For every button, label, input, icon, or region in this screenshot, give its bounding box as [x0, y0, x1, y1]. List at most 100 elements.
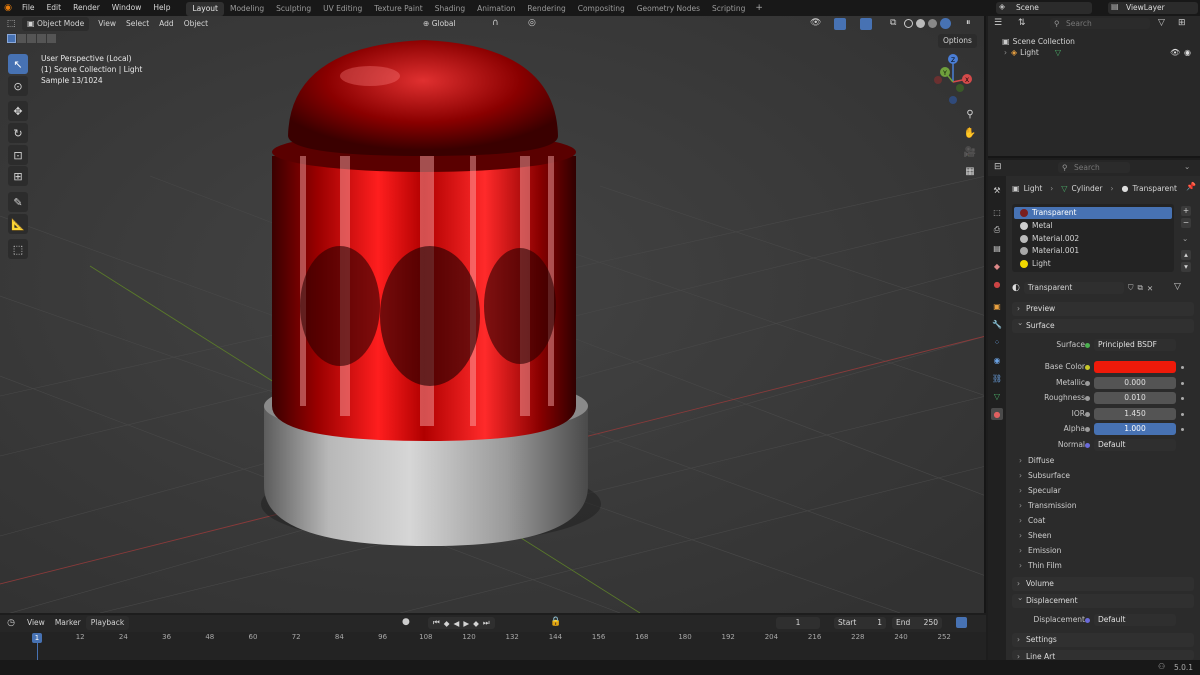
move-icon[interactable]: ✥ — [8, 101, 28, 121]
shading-material-icon[interactable] — [928, 19, 937, 28]
constraints-tab-icon[interactable]: ⛓ — [991, 372, 1003, 384]
slot-specials-icon[interactable]: ⌄ — [1182, 234, 1188, 243]
shading-solid-icon[interactable] — [916, 19, 925, 28]
keyframe-dot-icon[interactable] — [1181, 366, 1184, 369]
material-tab-icon[interactable]: ● — [991, 408, 1003, 420]
visibility-icon[interactable]: 👁 — [810, 18, 821, 28]
outliner-editor-icon[interactable]: ☰ — [994, 18, 1002, 28]
physics-tab-icon[interactable]: ◉ — [991, 354, 1003, 366]
panel-volume[interactable]: Volume — [1012, 577, 1194, 591]
output-tab-icon[interactable]: ⎙ — [991, 224, 1003, 236]
auto-keying-icon[interactable]: ● — [402, 617, 410, 627]
blender-logo-icon[interactable]: ◉ — [0, 3, 16, 13]
transform-orientation-selector[interactable]: ⊕ Global — [418, 17, 461, 31]
workspace-tab-rendering[interactable]: Rendering — [521, 2, 571, 16]
timeline-menu-view[interactable]: View — [22, 616, 50, 630]
frame-ruler[interactable]: 12 24 36 48 60 72 84 96 108 120 132 144 156 168 180 192… — [0, 632, 986, 660]
workspace-tab-texture-paint[interactable]: Texture Paint — [368, 2, 428, 16]
scene-selector[interactable]: ◈ Scene — [996, 2, 1092, 14]
duplicate-material-icon[interactable]: ⧉ — [1137, 283, 1142, 293]
workspace-tab-scripting[interactable]: Scripting — [706, 2, 751, 16]
scene-tab-icon[interactable]: ◆ — [991, 260, 1003, 272]
remove-slot-button[interactable]: − — [1181, 218, 1191, 228]
options-button[interactable]: Options — [938, 34, 977, 48]
keyframe-dot-icon[interactable] — [1181, 382, 1184, 385]
jump-key-forward-icon[interactable]: ◆ — [473, 619, 479, 628]
select-box-icon[interactable]: ↖ — [8, 54, 28, 74]
select-intersect-icon[interactable] — [47, 34, 56, 43]
perspective-grid-icon[interactable]: ▦ — [962, 163, 978, 179]
workspace-tab-animation[interactable]: Animation — [471, 2, 521, 16]
normal-input[interactable]: Default — [1094, 439, 1176, 451]
camera-view-icon[interactable]: 🎥 — [962, 144, 978, 160]
tool-tab-icon[interactable]: ⚒ — [991, 184, 1003, 196]
panel-preview[interactable]: Preview — [1012, 302, 1194, 316]
material-slot[interactable]: Transparent — [1014, 207, 1172, 219]
subpanel-sheen[interactable]: Sheen — [1016, 529, 1052, 542]
material-slot[interactable]: Light — [1014, 258, 1172, 270]
keyframe-dot-icon[interactable] — [1181, 428, 1184, 431]
end-frame-field[interactable]: End 250 — [892, 617, 942, 629]
material-slot[interactable]: Metal — [1014, 220, 1172, 232]
workspace-tab-shading[interactable]: Shading — [429, 2, 471, 16]
surface-shader-selector[interactable]: Principled BSDF — [1094, 339, 1176, 351]
add-cube-icon[interactable]: ⬚ — [8, 239, 28, 259]
timeline-menu-marker[interactable]: Marker — [50, 616, 86, 630]
display-mode-icon[interactable]: ⇅ — [1018, 18, 1026, 28]
alpha-slider[interactable]: 1.000 — [1094, 423, 1176, 435]
base-color-swatch[interactable] — [1094, 361, 1176, 373]
workspace-tab-compositing[interactable]: Compositing — [572, 2, 631, 16]
measure-icon[interactable]: 📐 — [8, 214, 28, 234]
outliner-item-light[interactable]: › ◈ Light ▽ 👁 ◉ — [1004, 46, 1194, 58]
data-tab-icon[interactable]: ▽ — [991, 390, 1003, 402]
workspace-tab-geometry-nodes[interactable]: Geometry Nodes — [631, 2, 706, 16]
menu-render[interactable]: Render — [67, 0, 106, 16]
material-slot[interactable]: Material.002 — [1014, 233, 1172, 245]
unlink-material-icon[interactable]: ✕ — [1147, 284, 1153, 293]
viewport-menu-add[interactable]: Add — [154, 17, 179, 31]
zoom-icon[interactable]: ⚲ — [962, 106, 978, 122]
proportional-editing-icon[interactable]: ◎ — [528, 18, 536, 28]
play-icon[interactable]: ▶ — [463, 619, 469, 628]
material-name-field[interactable]: Transparent — [1023, 282, 1124, 294]
properties-editor-icon[interactable]: ⊟ — [994, 162, 1002, 172]
world-tab-icon[interactable]: ● — [991, 278, 1003, 290]
viewport-menu-view[interactable]: View — [93, 17, 121, 31]
panel-displacement[interactable]: Displacement — [1012, 591, 1194, 608]
subpanel-emission[interactable]: Emission — [1016, 544, 1061, 557]
filter-icon[interactable]: ▽ — [1158, 18, 1165, 28]
gizmo-toggle-icon[interactable] — [834, 18, 846, 30]
menu-window[interactable]: Window — [106, 0, 148, 16]
pause-render-icon[interactable]: ⏸ — [966, 18, 971, 28]
play-reverse-icon[interactable]: ◀ — [454, 619, 460, 628]
material-browse-icon[interactable]: ◐ — [1012, 283, 1020, 293]
view-layer-sync-icon[interactable] — [956, 617, 967, 628]
panel-surface[interactable]: Surface — [1012, 316, 1194, 333]
current-frame-field[interactable]: 1 — [776, 617, 820, 629]
shading-rendered-icon[interactable] — [940, 18, 951, 29]
select-invert-icon[interactable] — [37, 34, 46, 43]
3d-viewport[interactable]: Z X Y ⬚ ▣ Object Mode View Select Add Ob… — [0, 16, 986, 613]
viewport-menu-object[interactable]: Object — [179, 17, 213, 31]
menu-file[interactable]: File — [16, 0, 41, 16]
metallic-slider[interactable]: 0.000 — [1094, 377, 1176, 389]
displacement-input[interactable]: Default — [1094, 614, 1176, 626]
move-slot-up-button[interactable]: ▴ — [1181, 250, 1191, 260]
select-new-icon[interactable] — [7, 34, 16, 43]
new-collection-icon[interactable]: ⊞ — [1178, 18, 1186, 28]
chevron-down-icon[interactable]: ⌄ — [1184, 162, 1190, 171]
subpanel-transmission[interactable]: Transmission — [1016, 499, 1076, 512]
modifier-tab-icon[interactable]: 🔧 — [991, 318, 1003, 330]
outliner-search-input[interactable]: ⚲ Search — [1050, 18, 1150, 29]
start-frame-field[interactable]: Start 1 — [834, 617, 886, 629]
shading-wireframe-icon[interactable] — [904, 19, 913, 28]
annotate-icon[interactable]: ✎ — [8, 192, 28, 212]
timeline-menu-playback[interactable]: Playback — [85, 616, 130, 630]
material-slot[interactable]: Material.001 — [1014, 245, 1172, 257]
roughness-slider[interactable]: 0.010 — [1094, 392, 1176, 404]
add-workspace-icon[interactable]: + — [755, 3, 763, 13]
subpanel-diffuse[interactable]: Diffuse — [1016, 454, 1054, 467]
expand-chevron-icon[interactable]: › — [1004, 48, 1007, 57]
add-slot-button[interactable]: + — [1181, 206, 1191, 216]
view-layer-tab-icon[interactable]: ▤ — [991, 242, 1003, 254]
